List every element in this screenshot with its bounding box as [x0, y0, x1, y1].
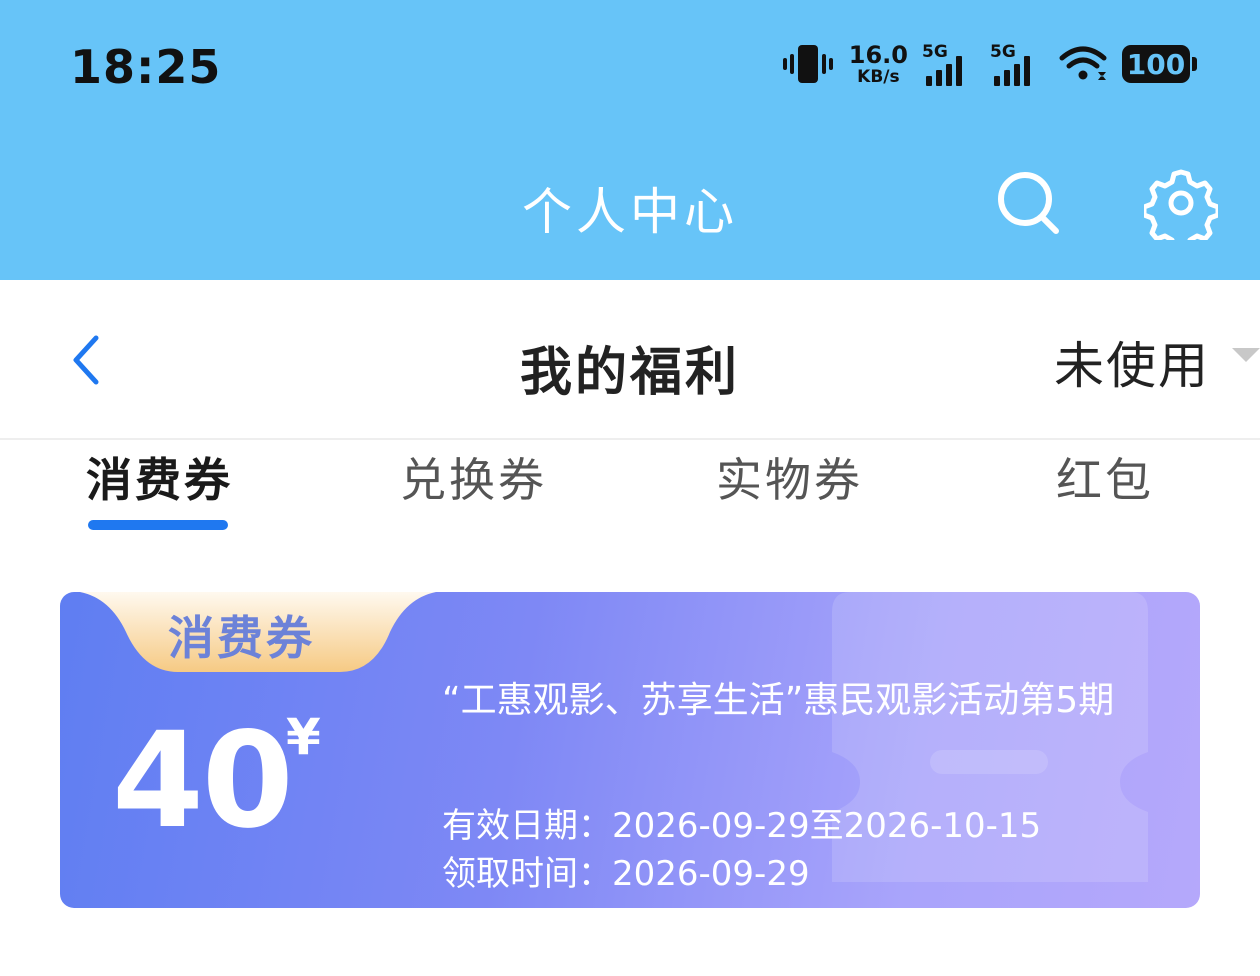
active-tab-indicator: [88, 520, 228, 530]
coupon-title: “工惠观影、苏享生活”惠民观影活动第5期: [442, 680, 1115, 721]
vibrate-icon: [782, 45, 833, 83]
status-icons: 16.0 KB/s 5G 5G 100: [781, 42, 1197, 86]
battery-level: 100: [1126, 47, 1186, 81]
network-speed-unit: KB/s: [857, 66, 900, 87]
coupon-card[interactable]: 消费券 40 ¥ “工惠观影、苏享生活”惠民观影活动第5期 有效日期：2026-…: [60, 592, 1200, 908]
gear-icon[interactable]: [1144, 166, 1218, 240]
chevron-down-icon[interactable]: [1232, 348, 1260, 362]
battery-indicator: 100: [1122, 45, 1197, 83]
status-time: 18:25: [70, 40, 222, 94]
wifi-icon: [1059, 46, 1107, 80]
network-speed: 16.0 KB/s: [849, 43, 908, 86]
page-header: 我的福利 未使用: [0, 280, 1260, 440]
app-header: 18:25 16.0 KB/s 5G 5G 100 个人中心: [0, 0, 1260, 280]
coupon-received-time: 领取时间：2026-09-29: [442, 854, 810, 894]
tab-red-packet[interactable]: 红包: [1056, 444, 1154, 510]
tab-consumption-coupon[interactable]: 消费券: [86, 444, 233, 510]
tab-physical-coupon[interactable]: 实物券: [716, 444, 863, 510]
network-speed-value: 16.0: [848, 40, 908, 69]
coupon-amount: 40: [112, 704, 294, 858]
status-filter-dropdown[interactable]: 未使用: [1054, 326, 1210, 398]
coupon-badge-label: 消费券: [168, 611, 315, 665]
coupon-validity: 有效日期：2026-09-29至2026-10-15: [442, 806, 1042, 846]
search-icon[interactable]: [992, 166, 1066, 240]
signal-sim2-icon: 5G: [990, 42, 1044, 86]
tab-exchange-coupon[interactable]: 兑换券: [400, 444, 547, 510]
currency-symbol: ¥: [286, 708, 321, 766]
app-title: 个人中心: [522, 183, 738, 241]
signal-sim1-icon: 5G: [922, 42, 976, 86]
